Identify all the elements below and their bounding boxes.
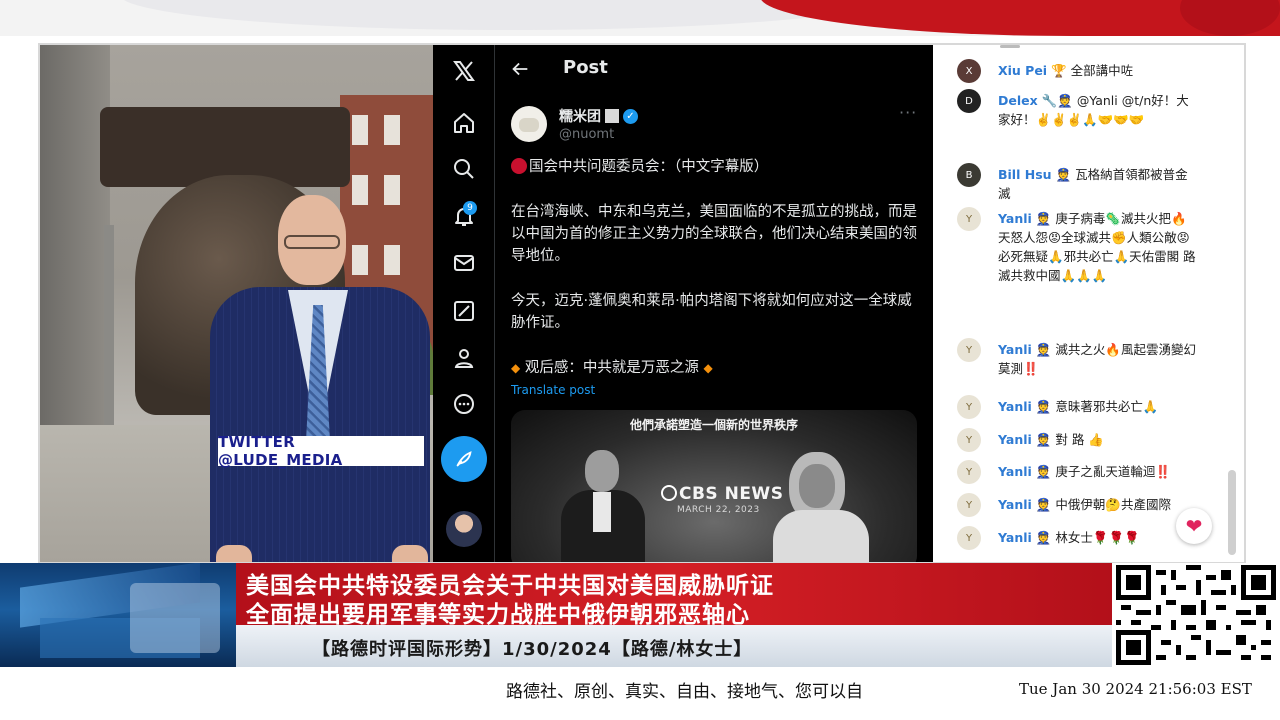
qr-code [1112,563,1280,667]
author-handle[interactable]: @nuomt [559,127,614,142]
chat-author[interactable]: Yanli [998,342,1032,357]
broadcast-date: MARCH 22, 2023 [677,505,760,515]
red-circle-icon [511,158,527,174]
back-arrow-icon[interactable] [509,58,531,80]
chat-author[interactable]: Yanli [998,399,1032,414]
avatar[interactable]: Y [957,338,981,362]
search-icon[interactable] [451,156,477,182]
x-logo-icon[interactable] [451,58,477,84]
headline-banner: 美国会中共特设委员会关于中共国对美国威胁听证 全面提出要用军事等实力战胜中俄伊朝… [236,563,1112,628]
avatar[interactable]: Y [957,460,981,484]
author-avatar[interactable] [511,106,547,142]
home-icon[interactable] [451,110,477,136]
notification-badge: 9 [463,201,477,215]
orange-diamond-icon: ◆ [703,361,713,375]
avatar[interactable]: D [957,89,981,113]
scrolling-ticker: 路德社、原创、真实、自由、接地气、您可以自 [506,682,863,702]
chat-author[interactable]: Bill Hsu [998,167,1052,182]
heart-reaction-button[interactable]: ❤ [1176,508,1212,544]
post-more-button[interactable]: ··· [899,103,917,122]
profile-icon[interactable] [451,345,477,371]
author-name[interactable]: 糯米团 ✓ [559,106,638,126]
post-line-1: 国会中共问题委员会：（中文字幕版） [511,156,925,178]
chat-author[interactable]: Yanli [998,432,1032,447]
avatar[interactable]: Y [957,526,981,550]
white-square-icon [605,109,619,123]
x-sidebar-nav: 9 [433,45,495,562]
avatar[interactable]: Y [957,207,981,231]
avatar[interactable]: Y [957,395,981,419]
host-person [210,195,433,562]
post-paragraph-3: ◆ 观后感：中共就是万恶之源 ◆ [511,360,713,376]
post-video-media[interactable]: 他們承諾塑造一個新的世界秩序 CBS NEWS MARCH 22, 2023 [511,410,917,562]
avatar[interactable]: B [957,163,981,187]
chat-author[interactable]: Yanli [998,211,1032,226]
cbs-news-logo: CBS NEWS [661,484,783,504]
news-anchor-male [561,450,645,562]
chat-author[interactable]: Delex [998,93,1038,108]
chat-scrollbar[interactable] [1228,470,1236,555]
host-video [40,45,433,562]
chat-author[interactable]: Yanli [998,530,1032,545]
mail-icon[interactable] [451,250,477,276]
account-avatar[interactable] [446,511,482,547]
header-title: Post [563,57,608,78]
news-studio-graphic [0,563,236,667]
chat-author[interactable]: Yanli [998,497,1032,512]
translate-post-link[interactable]: Translate post [511,383,595,397]
live-chat-panel: X Xiu Pei 🏆 全部講中咗 D Delex 🔧👮 @Yanli @t/n好！… [933,45,1244,562]
chat-author[interactable]: Xiu Pei [998,63,1047,78]
more-icon[interactable] [451,391,477,417]
orange-diamond-icon: ◆ [511,361,521,375]
program-title: 【路德时评国际形势】1/30/2024【路德/林女士】 [312,639,753,660]
headline-line-2: 全面提出要用军事等实力战胜中俄伊朝邪恶轴心 [246,602,750,628]
x-post-panel: 9 Post 糯米团 ✓ @nuomt ··· 国会中共问题委员会：（中文字幕版… [433,45,933,562]
stream-screen: TWITTER @LUDE_MEDIA 9 Post 糯米团 ✓ @nuomt … [0,0,1280,720]
news-anchor-female [773,452,873,562]
top-decorative-banner [0,0,1280,36]
avatar[interactable]: X [957,59,981,83]
verified-badge-icon: ✓ [623,108,638,124]
post-paragraph-2: 今天，迈克·蓬佩奥和莱昂·帕内塔阁下将就如何应对这一全球威胁作证。 [511,293,912,331]
video-subtitle: 他們承諾塑造一個新的世界秩序 [629,418,798,432]
clock: Tue Jan 30 2024 21:56:03 EST [1019,680,1252,698]
chat-author[interactable]: Yanli [998,464,1032,479]
program-title-bar: 【路德时评国际形势】1/30/2024【路德/林女士】 [236,625,1112,667]
post-detail: Post 糯米团 ✓ @nuomt ··· 国会中共问题委员会：（中文字幕版） … [495,45,933,562]
avatar[interactable]: Y [957,493,981,517]
grok-icon[interactable] [451,298,477,324]
twitter-handle-overlay: TWITTER @LUDE_MEDIA [218,433,424,469]
avatar[interactable]: Y [957,428,981,452]
post-paragraph-1: 在台湾海峡、中东和乌克兰，美国面临的不是孤立的挑战，而是以中国为首的修正主义势力… [511,204,917,264]
post-feather-icon[interactable] [441,436,487,482]
